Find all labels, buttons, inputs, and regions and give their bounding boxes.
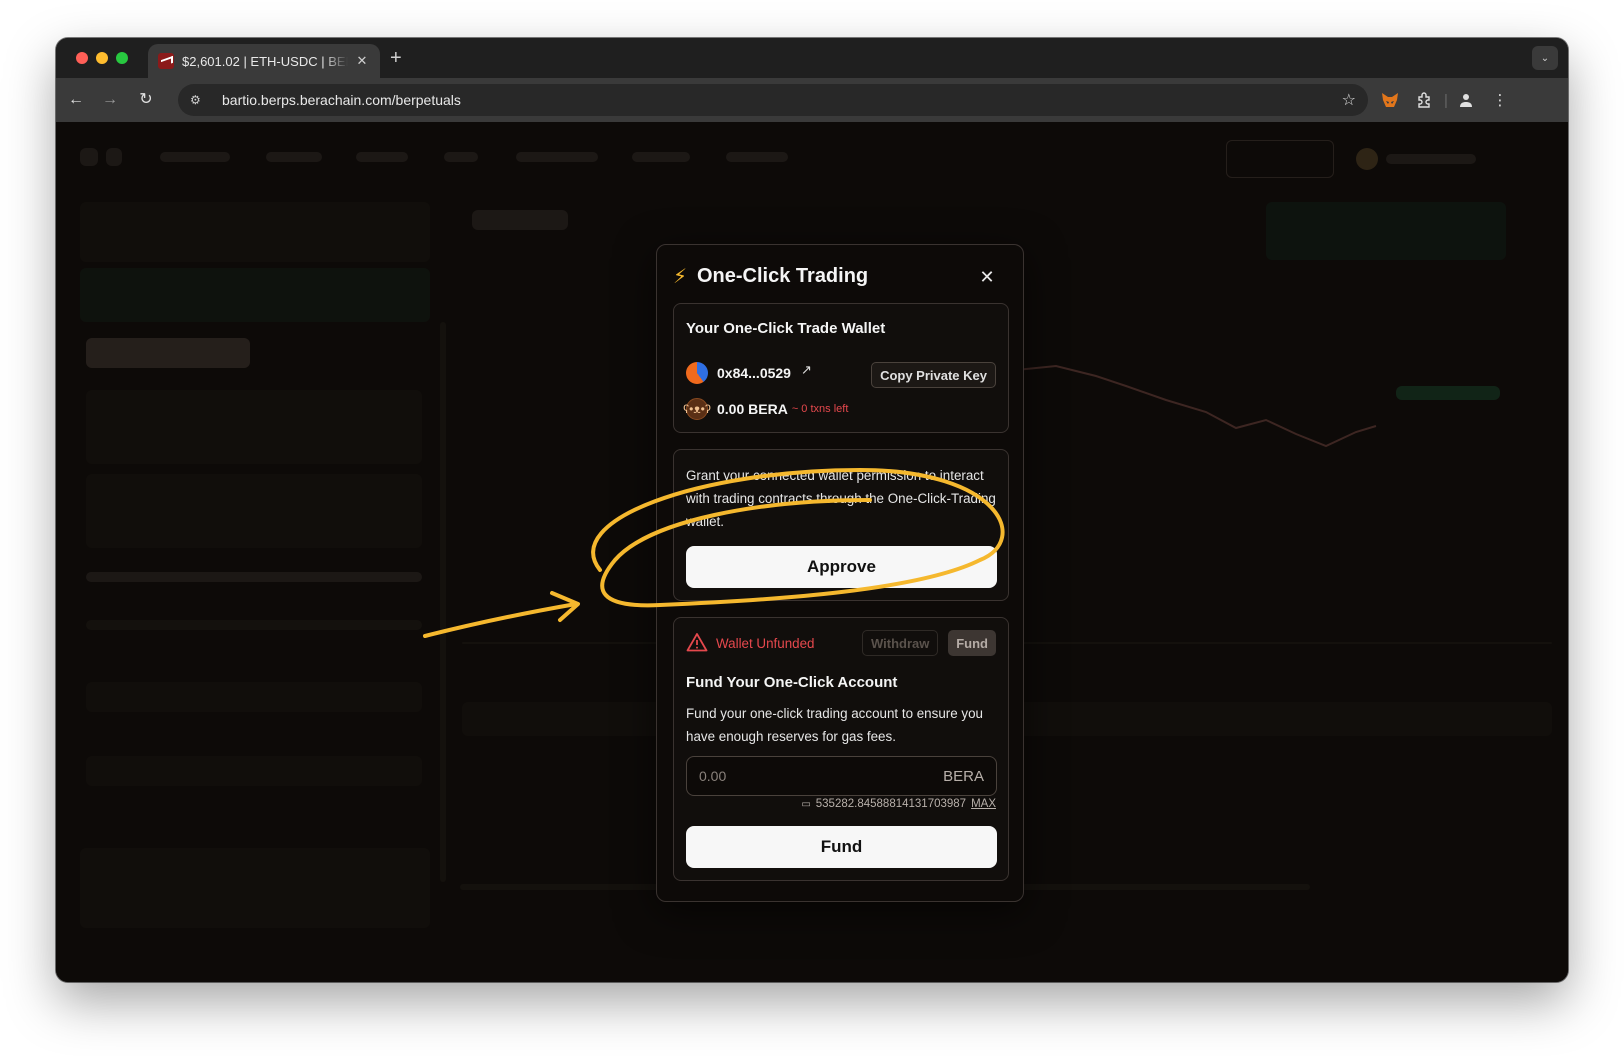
wallet-card-title: Your One-Click Trade Wallet bbox=[686, 320, 886, 337]
withdraw-button[interactable]: Withdraw bbox=[862, 630, 939, 656]
back-icon[interactable]: ← bbox=[66, 90, 86, 110]
warning-triangle-icon bbox=[686, 632, 710, 654]
price-tag-placeholder bbox=[1396, 386, 1500, 400]
fund-button[interactable]: Fund bbox=[686, 826, 997, 868]
tab-title: $2,601.02 | ETH-USDC | BERPS bbox=[182, 53, 348, 69]
new-tab-button[interactable]: + bbox=[390, 46, 402, 70]
wallet-status-text: Wallet Unfunded bbox=[716, 635, 815, 651]
app-logo-placeholder bbox=[106, 148, 122, 166]
metamask-fox-icon[interactable] bbox=[1378, 88, 1402, 112]
fund-unit: BERA bbox=[943, 767, 984, 785]
extensions-puzzle-icon[interactable] bbox=[1412, 88, 1436, 112]
nav-placeholder bbox=[726, 152, 788, 162]
available-balance-row: ▭ 535282.84588814131703987 MAX bbox=[801, 798, 996, 810]
nav-placeholder bbox=[160, 152, 230, 162]
summary-placeholder bbox=[80, 848, 430, 928]
wallet-avatar bbox=[686, 362, 708, 384]
slider-placeholder bbox=[86, 572, 422, 582]
maximize-window-button[interactable] bbox=[116, 52, 128, 64]
slider-track-placeholder bbox=[86, 620, 422, 630]
wallet-status: Wallet Unfunded bbox=[686, 632, 815, 654]
order-type-placeholder bbox=[86, 338, 250, 368]
tp-placeholder bbox=[86, 682, 422, 712]
max-button[interactable]: MAX bbox=[971, 798, 996, 810]
sl-placeholder bbox=[86, 756, 422, 786]
nav-placeholder bbox=[632, 152, 690, 162]
connect-button-placeholder bbox=[1226, 140, 1334, 178]
bera-token-icon: ʕ•ᴥ•ʔ bbox=[683, 398, 711, 420]
toolbar-divider: | bbox=[1444, 91, 1448, 109]
external-link-icon[interactable]: ↗ bbox=[801, 362, 812, 378]
wallet-card: Your One-Click Trade Wallet 0x84...0529 … bbox=[673, 303, 1009, 433]
approve-card: Grant your connected wallet permission t… bbox=[673, 449, 1009, 601]
url-text[interactable]: bartio.berps.berachain.com/berpetuals bbox=[222, 92, 1342, 108]
approve-button[interactable]: Approve bbox=[686, 546, 997, 588]
browser-window: $2,601.02 | ETH-USDC | BERPS ✕ + ⌄ ← → ↻… bbox=[56, 38, 1568, 982]
fund-title: Fund Your One-Click Account bbox=[686, 674, 898, 691]
wallet-address-row: 0x84...0529 ↗ bbox=[686, 362, 812, 384]
minimize-window-button[interactable] bbox=[96, 52, 108, 64]
fund-amount-field[interactable]: BERA bbox=[686, 756, 997, 796]
fund-description: Fund your one-click trading account to e… bbox=[686, 706, 983, 744]
browser-tab[interactable]: $2,601.02 | ETH-USDC | BERPS ✕ bbox=[148, 44, 380, 78]
tab-strip: $2,601.02 | ETH-USDC | BERPS ✕ + ⌄ bbox=[56, 38, 1568, 78]
price-chart-line bbox=[976, 364, 1377, 448]
reload-icon[interactable]: ↻ bbox=[136, 90, 156, 110]
approve-description: Grant your connected wallet permission t… bbox=[686, 468, 996, 529]
close-window-button[interactable] bbox=[76, 52, 88, 64]
lightning-bolt-icon: ⚡ bbox=[673, 265, 688, 288]
nav-placeholder bbox=[266, 152, 322, 162]
input-placeholder bbox=[86, 474, 422, 548]
nav-placeholder bbox=[516, 152, 598, 162]
profile-icon[interactable] bbox=[1454, 88, 1478, 112]
divider-placeholder bbox=[440, 322, 446, 882]
fund-card: Wallet Unfunded Withdraw Fund Fund Your … bbox=[673, 617, 1009, 881]
available-balance: 535282.84588814131703987 bbox=[815, 798, 967, 810]
close-icon[interactable]: ✕ bbox=[977, 267, 997, 287]
avatar bbox=[1356, 148, 1378, 170]
fund-tab-button[interactable]: Fund bbox=[948, 630, 996, 656]
berps-favicon-icon bbox=[158, 53, 174, 69]
bookmark-star-icon[interactable]: ☆ bbox=[1342, 90, 1356, 110]
tab-close-icon[interactable]: ✕ bbox=[354, 53, 370, 69]
nav-placeholder bbox=[356, 152, 408, 162]
wallet-icon: ▭ bbox=[801, 798, 811, 810]
wallet-balance-row: ʕ•ᴥ•ʔ 0.00 BERA ~ 0 txns left bbox=[683, 398, 849, 420]
fund-amount-input[interactable] bbox=[699, 768, 944, 784]
tab-search-icon[interactable]: ⌄ bbox=[1532, 46, 1558, 70]
forward-icon[interactable]: → bbox=[100, 90, 120, 110]
banner-placeholder bbox=[1266, 202, 1506, 260]
account-placeholder bbox=[1386, 154, 1476, 164]
browser-menu-icon[interactable]: ⋮ bbox=[1488, 88, 1512, 112]
app-logo-icon bbox=[80, 148, 98, 166]
copy-private-key-button[interactable]: Copy Private Key bbox=[871, 362, 996, 388]
long-short-placeholder bbox=[80, 268, 430, 322]
browser-toolbar: ← → ↻ ⚙ bartio.berps.berachain.com/berpe… bbox=[56, 78, 1568, 122]
wallet-address[interactable]: 0x84...0529 bbox=[717, 365, 791, 381]
nav-placeholder bbox=[444, 152, 478, 162]
wallet-balance: 0.00 BERA bbox=[717, 401, 788, 417]
site-settings-icon[interactable]: ⚙ bbox=[190, 93, 208, 107]
input-placeholder bbox=[86, 390, 422, 464]
market-selector-placeholder bbox=[80, 202, 430, 262]
price-placeholder bbox=[472, 210, 568, 230]
address-bar[interactable]: ⚙ bartio.berps.berachain.com/berpetuals … bbox=[178, 84, 1368, 116]
modal-title: One-Click Trading bbox=[697, 264, 869, 287]
one-click-trading-modal: ⚡ One-Click Trading ✕ Your One-Click Tra… bbox=[656, 244, 1024, 902]
txns-left: ~ 0 txns left bbox=[791, 403, 849, 415]
modal-header: ⚡ One-Click Trading ✕ bbox=[673, 263, 1007, 289]
